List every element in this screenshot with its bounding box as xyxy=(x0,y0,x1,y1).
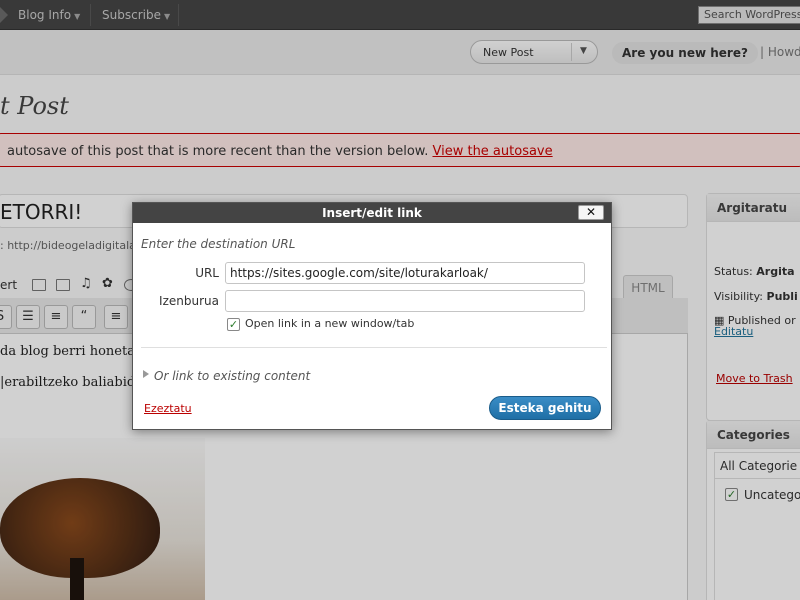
dialog-title: Insert/edit link xyxy=(133,203,611,223)
add-link-button[interactable]: Esteka gehitu xyxy=(489,396,601,420)
expand-triangle-icon[interactable] xyxy=(143,370,149,378)
dialog-heading: Enter the destination URL xyxy=(141,237,296,251)
title-label: Izenburua xyxy=(159,294,219,308)
new-window-label[interactable]: Open link in a new window/tab xyxy=(245,317,414,330)
insert-link-dialog: Insert/edit link ✕ Enter the destination… xyxy=(132,202,612,430)
cancel-link[interactable]: Ezeztatu xyxy=(144,402,192,415)
existing-content-toggle[interactable]: Or link to existing content xyxy=(154,369,310,383)
url-label: URL xyxy=(195,266,219,280)
divider xyxy=(141,347,607,348)
title-field[interactable] xyxy=(225,290,585,312)
url-field[interactable]: https://sites.google.com/site/loturakarl… xyxy=(225,262,585,284)
close-icon[interactable]: ✕ xyxy=(578,205,604,220)
new-window-checkbox[interactable]: ✓ xyxy=(227,318,240,331)
